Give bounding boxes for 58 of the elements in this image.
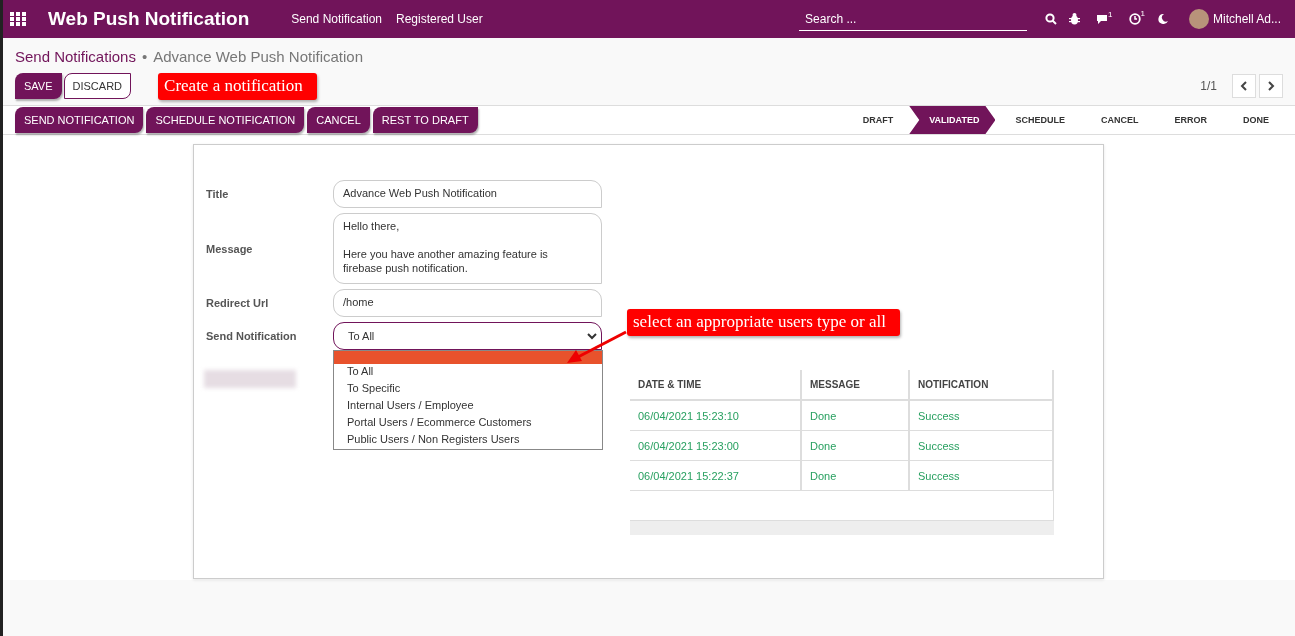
table-cell: Done	[802, 401, 910, 430]
breadcrumb-link[interactable]: Send Notifications	[15, 48, 136, 65]
activity-count: 1	[1140, 9, 1145, 18]
field-label: Title	[206, 188, 230, 200]
chevron-left-icon	[1240, 81, 1248, 91]
breadcrumb-current: Advance Web Push Notification	[153, 48, 363, 65]
column-header: MESSAGE	[802, 370, 910, 399]
pager-counter: 1/1	[1200, 79, 1217, 93]
field-label: Message	[206, 242, 254, 255]
dropdown-option[interactable]: Internal Users / Employee	[334, 398, 602, 415]
clock-icon[interactable]	[1128, 13, 1141, 25]
title-field[interactable]: Advance Web Push Notification	[333, 180, 602, 208]
chat-count: 1	[1108, 9, 1113, 19]
menu-link[interactable]: Registered User	[396, 12, 483, 26]
bug-icon[interactable]	[1069, 13, 1081, 25]
column-header: NOTIFICATION	[910, 370, 1054, 399]
menu-link[interactable]: Send Notification	[291, 12, 382, 26]
pointer-arrow	[567, 330, 627, 363]
search-field[interactable]: Search ...	[799, 7, 1028, 31]
dropdown-option[interactable]: Portal Users / Ecommerce Customers	[334, 415, 602, 432]
select-value: To All	[348, 330, 375, 342]
table-cell: Done	[802, 461, 910, 490]
status-stage[interactable]: VALIDATED	[909, 106, 996, 134]
message-field[interactable]: Hello there, Here you have another amazing feature is firebase push notification.	[333, 213, 602, 284]
chevron-down-icon	[587, 332, 597, 340]
dropdown-option[interactable]: To Specific	[334, 381, 602, 398]
table-cell: Success	[910, 461, 1054, 490]
annotation-callout: select an appropriate users type or all	[627, 309, 900, 336]
user-name[interactable]: Mitchell Ad...	[1212, 12, 1281, 26]
chat-icon[interactable]	[1096, 13, 1109, 25]
breadcrumb-separator: •	[141, 48, 148, 65]
table-cell: 06/04/2021 15:22:37	[630, 461, 802, 490]
dropdown-option[interactable]: To All	[334, 364, 602, 381]
dropdown-option[interactable]: Public Users / Non Registers Users	[334, 432, 602, 449]
annotation-callout: Create a notification	[158, 72, 317, 100]
previous-button[interactable]	[1232, 74, 1256, 98]
chevron-right-icon	[1267, 81, 1275, 91]
avatar-icon[interactable]	[1188, 9, 1209, 29]
action-button[interactable]: REST TO DRAFT	[372, 107, 478, 133]
apps-grid-icon[interactable]	[10, 12, 26, 26]
table-cell: Success	[910, 401, 1054, 430]
moon-icon[interactable]	[1156, 13, 1169, 25]
table-cell: Done	[802, 431, 910, 460]
column-header: DATE & TIME	[630, 370, 802, 399]
search-icon[interactable]	[1045, 13, 1058, 25]
field-label: Send Notification	[206, 330, 298, 342]
table-cell: 06/04/2021 15:23:10	[630, 401, 802, 430]
field-label: Redirect Url	[206, 297, 270, 309]
action-button[interactable]: SEND NOTIFICATION	[15, 107, 144, 133]
save-button[interactable]: SAVE	[15, 73, 62, 99]
table-cell: Success	[910, 431, 1054, 460]
action-button[interactable]: SCHEDULE NOTIFICATION	[146, 107, 305, 133]
table-cell: 06/04/2021 15:23:00	[630, 431, 802, 460]
url-field[interactable]: /home	[333, 289, 602, 317]
next-button[interactable]	[1259, 74, 1283, 98]
app-title: Web Push Notification	[48, 8, 250, 30]
discard-button[interactable]: DISCARD	[63, 73, 132, 99]
action-button[interactable]: CANCEL	[307, 107, 370, 133]
